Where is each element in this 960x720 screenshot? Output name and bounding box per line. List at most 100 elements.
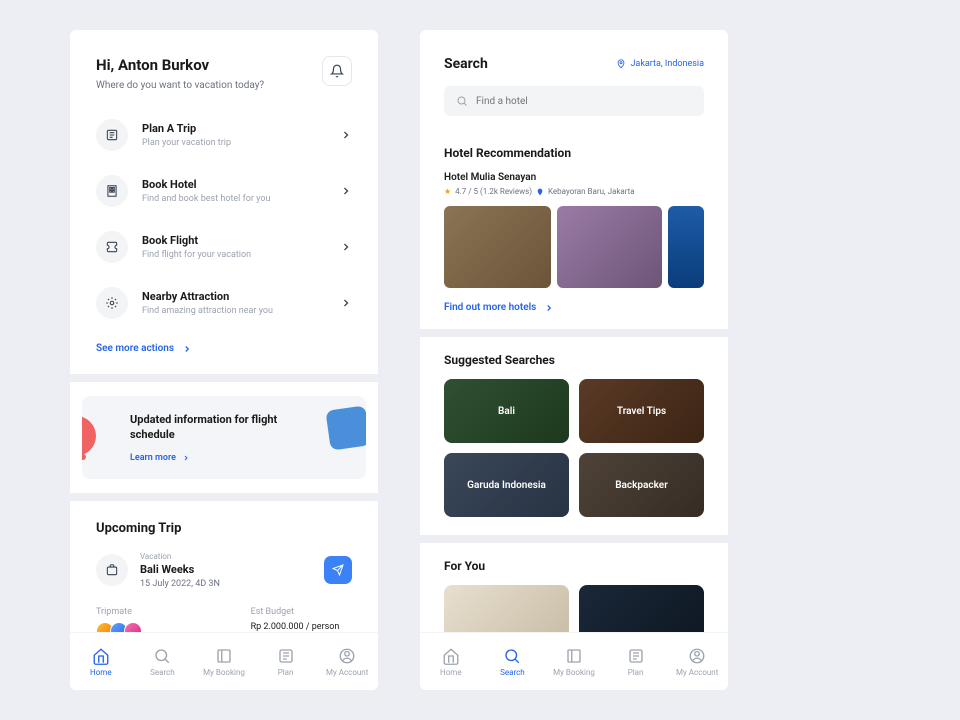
tripmate-label: Tripmate bbox=[96, 607, 191, 617]
see-more-actions-link[interactable]: See more actions bbox=[70, 331, 378, 374]
nav-account[interactable]: My Account bbox=[666, 633, 728, 690]
location-picker[interactable]: Jakarta, Indonesia bbox=[616, 59, 704, 69]
send-button[interactable] bbox=[324, 556, 352, 584]
suggested-garuda[interactable]: Garuda Indonesia bbox=[444, 453, 569, 517]
hotel-icon bbox=[105, 184, 119, 198]
action-title: Book Flight bbox=[142, 234, 340, 247]
phone-search: Search Jakarta, Indonesia Hotel Recommen… bbox=[420, 30, 728, 690]
budget-label: Est Budget bbox=[251, 607, 340, 617]
learn-more-link[interactable]: Learn more bbox=[130, 453, 318, 463]
action-nearby-attraction[interactable]: Nearby Attraction Find amazing attractio… bbox=[96, 275, 352, 331]
bottom-nav: Home Search My Booking Plan My Account bbox=[70, 632, 378, 690]
nav-home[interactable]: Home bbox=[70, 633, 132, 690]
suggested-label: Backpacker bbox=[615, 480, 668, 491]
foryou-card[interactable] bbox=[579, 585, 704, 632]
plan-icon bbox=[277, 647, 295, 665]
plan-icon bbox=[627, 647, 645, 665]
find-more-hotels-link[interactable]: Find out more hotels bbox=[420, 288, 728, 329]
home-icon bbox=[442, 647, 460, 665]
nav-account[interactable]: My Account bbox=[316, 633, 378, 690]
location-icon bbox=[616, 59, 626, 69]
info-card[interactable]: the Updated information for flight sched… bbox=[82, 396, 366, 479]
trip-date: 15 July 2022, 4D 3N bbox=[140, 579, 324, 589]
foryou-card[interactable] bbox=[444, 585, 569, 632]
action-title: Book Hotel bbox=[142, 178, 340, 191]
hotel-location: Kebayoran Baru, Jakarta bbox=[548, 187, 635, 196]
trip-category: Vacation bbox=[140, 552, 324, 561]
account-icon bbox=[338, 647, 356, 665]
chevron-right-icon bbox=[544, 303, 554, 313]
hotel-meta: ★ 4.7 / 5 (1.2k Reviews) Kebayoran Baru,… bbox=[444, 187, 704, 196]
action-title: Plan A Trip bbox=[142, 122, 340, 135]
attraction-icon bbox=[105, 296, 119, 310]
bell-icon bbox=[330, 64, 344, 78]
search-box[interactable] bbox=[444, 86, 704, 116]
nav-plan[interactable]: Plan bbox=[605, 633, 667, 690]
info-card-title: Updated information for flight schedule bbox=[130, 412, 318, 443]
ticket-icon bbox=[105, 240, 119, 254]
upcoming-trip-item[interactable]: Vacation Bali Weeks 15 July 2022, 4D 3N bbox=[96, 552, 352, 589]
more-actions-label: See more actions bbox=[96, 343, 174, 354]
nav-search[interactable]: Search bbox=[132, 633, 194, 690]
nav-label: My Booking bbox=[203, 668, 245, 677]
upcoming-heading: Upcoming Trip bbox=[96, 521, 352, 536]
chevron-right-icon bbox=[340, 297, 352, 309]
nav-label: My Account bbox=[676, 668, 718, 677]
hotel-gallery[interactable] bbox=[444, 206, 704, 288]
hotel-rating: 4.7 / 5 (1.2k Reviews) bbox=[455, 187, 532, 196]
search-input[interactable] bbox=[476, 96, 692, 107]
nav-search[interactable]: Search bbox=[482, 633, 544, 690]
chevron-right-icon bbox=[340, 129, 352, 141]
learn-more-label: Learn more bbox=[130, 453, 176, 463]
divider bbox=[420, 535, 728, 543]
page-title: Search bbox=[444, 56, 488, 72]
search-icon bbox=[503, 647, 521, 665]
search-icon bbox=[456, 95, 468, 107]
virus-icon bbox=[82, 416, 96, 456]
avatar bbox=[124, 622, 142, 632]
nav-label: Home bbox=[90, 668, 112, 677]
trip-name: Bali Weeks bbox=[140, 563, 324, 576]
nav-label: Home bbox=[440, 668, 462, 677]
action-book-flight[interactable]: Book Flight Find flight for your vacatio… bbox=[96, 219, 352, 275]
phone-home: Hi, Anton Burkov Where do you want to va… bbox=[70, 30, 378, 690]
suggested-label: Bali bbox=[498, 406, 515, 417]
suggested-label: Garuda Indonesia bbox=[467, 480, 546, 491]
suggested-bali[interactable]: Bali bbox=[444, 379, 569, 443]
suggested-label: Travel Tips bbox=[617, 406, 666, 417]
foryou-heading: For You bbox=[444, 559, 704, 573]
nav-label: Plan bbox=[278, 668, 294, 677]
nav-booking[interactable]: My Booking bbox=[193, 633, 255, 690]
suitcase-icon bbox=[105, 563, 119, 577]
chevron-right-icon bbox=[340, 185, 352, 197]
hotel-image[interactable] bbox=[444, 206, 551, 288]
greeting: Hi, Anton Burkov bbox=[96, 56, 264, 74]
suggested-travel-tips[interactable]: Travel Tips bbox=[579, 379, 704, 443]
nav-booking[interactable]: My Booking bbox=[543, 633, 605, 690]
location-label: Jakarta, Indonesia bbox=[630, 59, 704, 69]
nav-plan[interactable]: Plan bbox=[255, 633, 317, 690]
booking-icon bbox=[215, 647, 233, 665]
suggested-backpacker[interactable]: Backpacker bbox=[579, 453, 704, 517]
action-desc: Find flight for your vacation bbox=[142, 250, 340, 260]
chevron-right-icon bbox=[182, 454, 190, 462]
budget-value: Rp 2.000.000 / person bbox=[251, 622, 340, 632]
chevron-right-icon bbox=[182, 344, 192, 354]
divider bbox=[70, 493, 378, 501]
action-book-hotel[interactable]: Book Hotel Find and book best hotel for … bbox=[96, 163, 352, 219]
notifications-button[interactable] bbox=[322, 56, 352, 86]
account-icon bbox=[688, 647, 706, 665]
map-icon bbox=[105, 128, 119, 142]
nav-label: My Account bbox=[326, 668, 368, 677]
suggested-heading: Suggested Searches bbox=[444, 353, 704, 367]
greeting-subtitle: Where do you want to vacation today? bbox=[96, 80, 264, 91]
recommendation-heading: Hotel Recommendation bbox=[444, 146, 704, 160]
hotel-image[interactable] bbox=[668, 206, 704, 288]
hotel-name: Hotel Mulia Senayan bbox=[444, 172, 704, 183]
action-desc: Find and book best hotel for you bbox=[142, 194, 340, 204]
action-plan-trip[interactable]: Plan A Trip Plan your vacation trip bbox=[96, 107, 352, 163]
nav-home[interactable]: Home bbox=[420, 633, 482, 690]
action-desc: Find amazing attraction near you bbox=[142, 306, 340, 316]
hotel-image[interactable] bbox=[557, 206, 662, 288]
nav-label: Search bbox=[150, 668, 175, 677]
